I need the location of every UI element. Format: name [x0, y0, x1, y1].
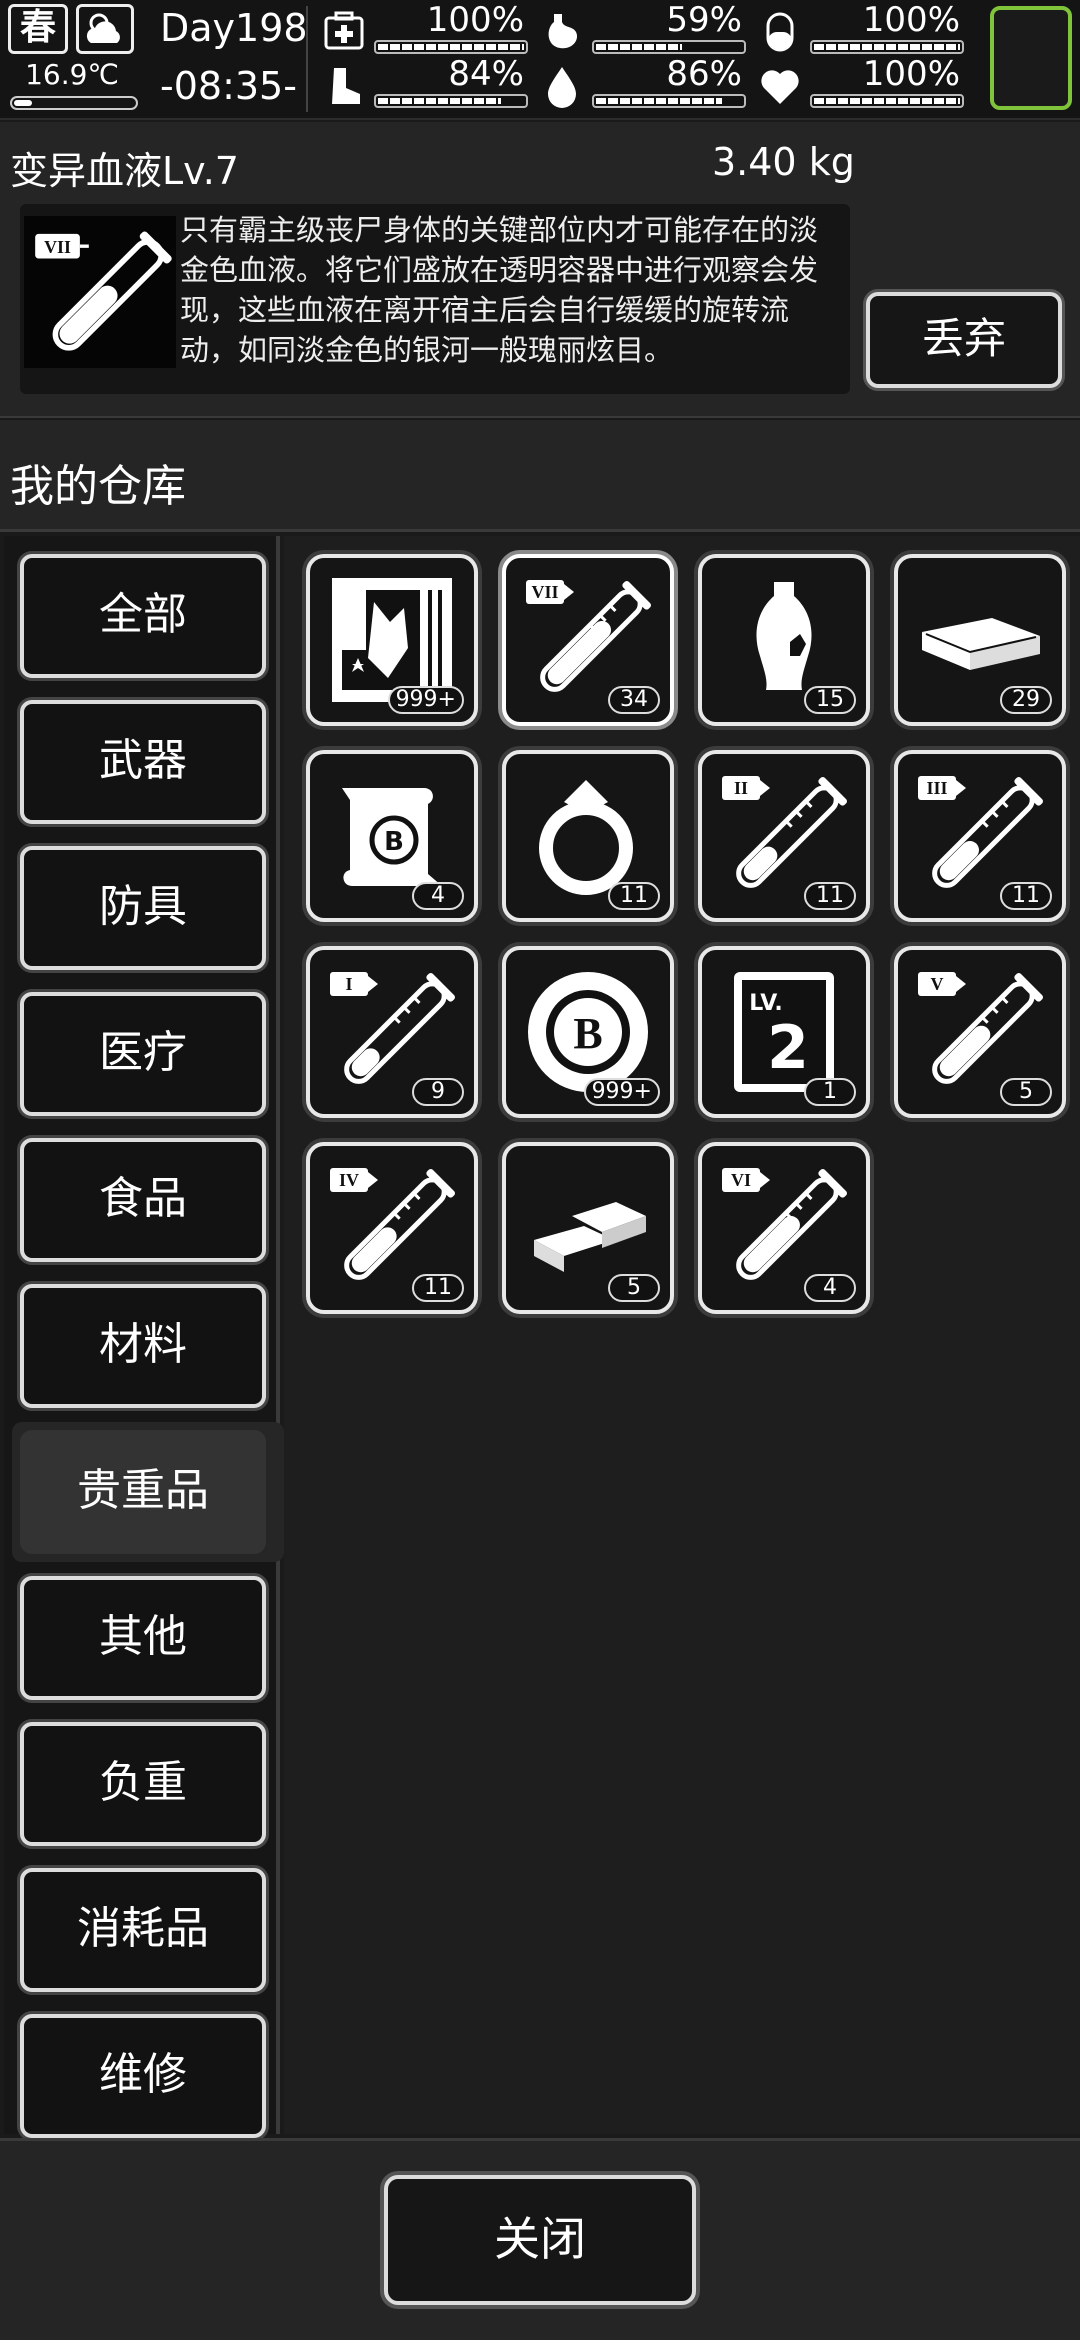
temperature-readout: 16.9℃	[25, 58, 119, 91]
svg-text:B: B	[573, 1009, 602, 1058]
item-detail-panel: 变异血液Lv.7 3.40 kg VII 只有霸主级丧尸身体的关键部位内才可能存…	[0, 122, 1080, 418]
item-quantity: 29	[1000, 686, 1052, 714]
item-quantity: 4	[804, 1274, 856, 1302]
item-quantity: 15	[804, 686, 856, 714]
divider	[306, 6, 308, 112]
item-slot[interactable]: VII 34	[502, 554, 674, 726]
item-quantity: 11	[804, 882, 856, 910]
discard-button[interactable]: 丢弃	[866, 292, 1062, 388]
stat-percent: 86%	[666, 54, 742, 94]
svg-text:VII: VII	[44, 237, 71, 257]
svg-text:VI: VI	[731, 1170, 751, 1190]
svg-text:IV: IV	[339, 1170, 359, 1190]
item-quantity: 9	[412, 1078, 464, 1106]
item-slot[interactable]: 999+	[306, 554, 478, 726]
stat-percent: 100%	[862, 54, 960, 94]
category-tab[interactable]: 贵重品	[20, 1430, 266, 1554]
stat-bar	[592, 94, 746, 108]
season-badge: 春	[8, 4, 68, 54]
stat-percent: 84%	[448, 54, 524, 94]
item-slot[interactable]: III 11	[894, 750, 1066, 922]
stat-percent: 100%	[426, 0, 524, 40]
category-tab[interactable]: 医疗	[20, 992, 266, 1116]
item-quantity: 11	[1000, 882, 1052, 910]
category-tab[interactable]: 材料	[20, 1284, 266, 1408]
item-description: 只有霸主级丧尸身体的关键部位内才可能存在的淡金色血液。将它们盛放在透明容器中进行…	[180, 213, 819, 367]
stomach-icon	[548, 14, 578, 49]
item-slot[interactable]: 15	[698, 554, 870, 726]
stat-hunger: 59%	[540, 0, 750, 58]
item-slot[interactable]: IV 11	[306, 1142, 478, 1314]
category-sidebar: 全部武器防具医疗食品材料贵重品其他负重消耗品维修	[4, 536, 284, 2138]
warehouse-title: 我的仓库	[10, 461, 186, 512]
clock: -08:35-	[160, 64, 297, 108]
status-bar: 春 16.9℃ Day198 -08:35- 100% 59% 100% 84%…	[0, 0, 1080, 120]
svg-text:V: V	[931, 974, 944, 994]
item-slot[interactable]: I 9	[306, 946, 478, 1118]
stat-health: 100%	[322, 0, 532, 58]
item-grid: 999+ VII 34 15 29 B 4 11 II 11 III 11 I …	[284, 536, 1080, 2134]
warehouse-header: 我的仓库	[0, 420, 1080, 532]
item-quantity: 11	[608, 882, 660, 910]
stat-bar	[810, 40, 964, 54]
character-portrait-button[interactable]	[990, 6, 1072, 110]
bottom-bar: 关闭	[0, 2138, 1080, 2340]
stat-bar	[592, 40, 746, 54]
category-tab[interactable]: 维修	[20, 2014, 266, 2138]
temperature-gauge	[10, 96, 138, 110]
item-slot[interactable]: LV. 21	[698, 946, 870, 1118]
item-slot[interactable]: B 999+	[502, 946, 674, 1118]
svg-text:III: III	[926, 778, 947, 798]
item-name: 变异血液Lv.7	[10, 149, 239, 193]
item-slot[interactable]: II 11	[698, 750, 870, 922]
water-drop-icon	[548, 67, 576, 108]
svg-text:I: I	[345, 974, 352, 994]
stat-percent: 100%	[862, 0, 960, 40]
item-slot[interactable]: 5	[502, 1142, 674, 1314]
svg-text:VII: VII	[531, 582, 558, 602]
stat-bar	[374, 94, 528, 108]
stat-bar	[374, 40, 528, 54]
category-tab[interactable]: 负重	[20, 1722, 266, 1846]
svg-text:2: 2	[767, 1013, 809, 1083]
category-tab[interactable]: 食品	[20, 1138, 266, 1262]
category-tab[interactable]: 防具	[20, 846, 266, 970]
day-counter: Day198	[160, 6, 308, 50]
partly-cloudy-icon	[76, 4, 134, 54]
pill-icon	[766, 12, 794, 52]
item-quantity: 4	[412, 882, 464, 910]
item-quantity: 5	[1000, 1078, 1052, 1106]
item-weight: 3.40 kg	[712, 140, 855, 184]
item-quantity: 11	[412, 1274, 464, 1302]
item-quantity: 999+	[387, 686, 464, 714]
stat-bar	[810, 94, 964, 108]
stat-medicine: 100%	[758, 0, 968, 58]
stat-thirst: 86%	[540, 54, 750, 112]
stat-percent: 59%	[666, 0, 742, 40]
item-quantity: 999+	[583, 1078, 660, 1106]
category-tab[interactable]: 其他	[20, 1576, 266, 1700]
item-slot[interactable]: V 5	[894, 946, 1066, 1118]
heart-icon	[761, 70, 799, 104]
item-quantity: 5	[608, 1274, 660, 1302]
health-icon	[324, 11, 364, 50]
item-slot[interactable]: 11	[502, 750, 674, 922]
stat-mood: 100%	[758, 54, 968, 112]
item-slot[interactable]: 29	[894, 554, 1066, 726]
item-quantity: 1	[804, 1078, 856, 1106]
stat-stamina: 84%	[322, 54, 532, 112]
category-tab[interactable]: 武器	[20, 700, 266, 824]
item-slot[interactable]: B4	[306, 750, 478, 922]
close-button[interactable]: 关闭	[384, 2175, 696, 2305]
svg-text:II: II	[734, 778, 748, 798]
blood-vial-7-icon: VII	[24, 216, 176, 368]
foot-icon	[332, 68, 360, 104]
item-quantity: 34	[608, 686, 660, 714]
category-tab[interactable]: 消耗品	[20, 1868, 266, 1992]
svg-text:B: B	[384, 827, 404, 857]
item-description-box[interactable]: VII 只有霸主级丧尸身体的关键部位内才可能存在的淡金色血液。将它们盛放在透明容…	[20, 204, 850, 394]
item-slot[interactable]: VI 4	[698, 1142, 870, 1314]
category-tab[interactable]: 全部	[20, 554, 266, 678]
